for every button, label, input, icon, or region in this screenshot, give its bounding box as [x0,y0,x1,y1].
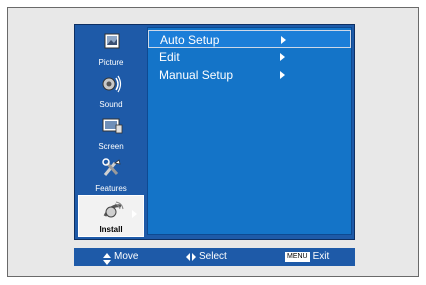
chevron-right-icon [280,71,285,79]
sidebar-item-install[interactable]: Install [78,195,144,237]
move-label: Move [114,251,139,262]
select-label: Select [199,251,227,262]
sidebar-item-picture[interactable]: Picture [78,27,144,69]
osd-menu: Picture Sound Screen Features Install Au… [74,24,355,240]
menu-item-label: Manual Setup [159,68,234,82]
install-icon [103,201,124,218]
sidebar-item-screen[interactable]: Screen [78,111,144,153]
up-down-arrows-icon [103,253,111,265]
menu-item-edit[interactable]: Edit [148,48,351,66]
select-hint: Select [186,251,227,262]
features-icon [102,158,121,176]
left-right-arrows-icon [186,253,196,261]
chevron-right-icon [132,210,137,218]
sidebar-item-label: Sound [99,100,123,109]
sidebar-item-label: Install [99,225,123,234]
chevron-right-icon [280,53,285,61]
exit-label: Exit [312,251,330,262]
sidebar-item-label: Screen [98,142,124,151]
chevron-right-icon [281,36,286,44]
menu-item-label: Edit [159,50,180,64]
sidebar: Picture Sound Screen Features Install [78,27,144,237]
picture-icon [104,33,120,49]
menu-item-label: Auto Setup [160,33,220,47]
status-bar: Move Select MENU Exit [74,248,355,266]
screen-icon [102,118,123,134]
sidebar-item-sound[interactable]: Sound [78,69,144,111]
menu-item-auto-setup[interactable]: Auto Setup [148,30,351,48]
menu-item-manual-setup[interactable]: Manual Setup [148,66,351,84]
sidebar-item-features[interactable]: Features [78,153,144,195]
move-hint: Move [103,251,139,265]
sidebar-item-label: Picture [98,58,124,67]
sound-icon [102,75,122,93]
menu-key-badge: MENU [285,252,310,262]
exit-hint: MENU Exit [285,251,329,262]
sidebar-item-label: Features [95,184,127,193]
menu-panel: Auto Setup Edit Manual Setup [147,27,352,235]
